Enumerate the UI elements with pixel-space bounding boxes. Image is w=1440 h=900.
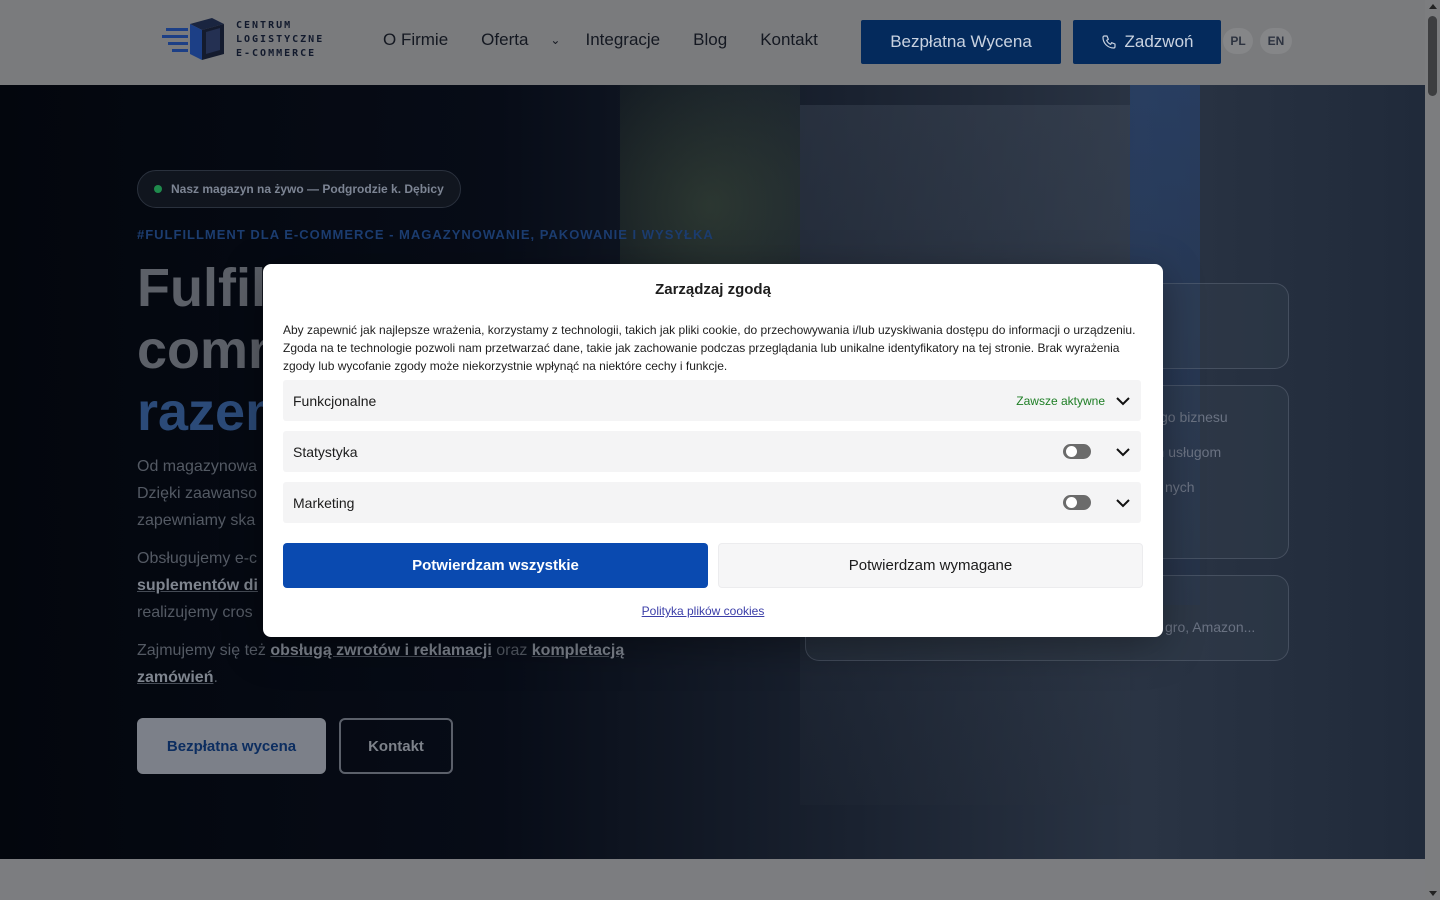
page-scrollbar[interactable] — [1425, 0, 1440, 900]
site-header: CENTRUM LOGISTYCZNE E-COMMERCE O Firmie … — [0, 0, 1425, 85]
card-snippet: go biznesu — [1160, 409, 1228, 425]
logo-line-1: CENTRUM — [236, 20, 293, 31]
marketing-toggle[interactable] — [1063, 495, 1091, 510]
scroll-down-icon[interactable] — [1429, 891, 1437, 896]
order-picking-link[interactable]: kompletacją — [532, 642, 624, 659]
hero-p3-text: oraz — [491, 642, 532, 659]
consent-category-functional[interactable]: Funkcjonalne Zawsze aktywne — [283, 380, 1141, 421]
nav-blog[interactable]: Blog — [693, 30, 727, 50]
call-button[interactable]: Zadzwoń — [1073, 20, 1221, 64]
chevron-down-icon[interactable] — [1115, 495, 1131, 511]
hero-p2-crossborder: realizujemy cros — [137, 604, 253, 621]
card-snippet: gro, Amazon... — [1165, 619, 1256, 635]
nav-integracje[interactable]: Integracje — [585, 30, 660, 50]
hero-p3-text: Zajmujemy się też — [137, 642, 271, 659]
logo-line-3: E-COMMERCE — [236, 48, 317, 59]
logo-line-2: LOGISTYCZNE — [236, 34, 325, 45]
cookie-consent-dialog: Zarządzaj zgodą Aby zapewnić jak najleps… — [263, 264, 1163, 637]
nav-oferta-label: Oferta — [481, 30, 529, 49]
hero-paragraph-3: Zajmujemy się też obsługą zwrotów i rekl… — [137, 637, 677, 691]
free-quote-button[interactable]: Bezpłatna Wycena — [861, 20, 1061, 64]
chevron-down-icon[interactable] — [1115, 393, 1131, 409]
scroll-thumb[interactable] — [1428, 16, 1437, 96]
card-snippet: nych — [1165, 479, 1195, 495]
category-label: Funkcjonalne — [293, 392, 377, 409]
nav-oferta[interactable]: Oferta ⌄ — [481, 30, 560, 50]
lang-pl[interactable]: PL — [1223, 28, 1253, 54]
lang-en[interactable]: EN — [1260, 28, 1292, 54]
nav-o-firmie[interactable]: O Firmie — [383, 30, 448, 50]
main-nav: O Firmie Oferta ⌄ Integracje Blog Kontakt — [383, 30, 851, 50]
hero-eyebrow: #FULFILLMENT DLA E-COMMERCE - MAGAZYNOWA… — [137, 227, 714, 242]
live-dot-icon — [154, 185, 162, 193]
consent-description: Aby zapewnić jak najlepsze wrażenia, kor… — [283, 323, 1136, 373]
always-active-status: Zawsze aktywne — [1016, 393, 1105, 408]
hero-p3-text: . — [213, 669, 218, 686]
chevron-down-icon[interactable]: ⌄ — [550, 33, 560, 47]
order-picking-link-2[interactable]: zamówień — [137, 669, 213, 686]
statistics-toggle[interactable] — [1063, 444, 1091, 459]
consent-category-statistics[interactable]: Statystyka — [283, 431, 1141, 472]
consent-category-marketing[interactable]: Marketing — [283, 482, 1141, 523]
live-warehouse-badge[interactable]: Nasz magazyn na żywo — Podgrodzie k. Dęb… — [137, 170, 461, 208]
accept-all-button[interactable]: Potwierdzam wszystkie — [283, 543, 708, 588]
accept-required-button[interactable]: Potwierdzam wymagane — [718, 543, 1143, 588]
nav-kontakt[interactable]: Kontakt — [760, 30, 818, 50]
toggle-knob — [1066, 446, 1077, 457]
logo[interactable]: CENTRUM LOGISTYCZNE E-COMMERCE — [160, 16, 340, 64]
call-button-label: Zadzwoń — [1124, 32, 1194, 51]
logo-text: CENTRUM LOGISTYCZNE E-COMMERCE — [236, 19, 324, 61]
box-logo-icon — [162, 18, 224, 60]
next-section — [0, 859, 1425, 900]
phone-icon — [1101, 35, 1116, 49]
scroll-up-icon[interactable] — [1429, 4, 1437, 9]
category-label: Statystyka — [293, 443, 358, 460]
returns-link[interactable]: obsługą zwrotów i reklamacji — [270, 642, 491, 659]
live-badge-label: Nasz magazyn na żywo — Podgrodzie k. Dęb… — [171, 182, 444, 196]
category-label: Marketing — [293, 494, 355, 511]
cookie-policy-link[interactable]: Polityka plików cookies — [263, 604, 1143, 618]
toggle-knob — [1066, 497, 1077, 508]
chevron-down-icon[interactable] — [1115, 444, 1131, 460]
hero-contact-button[interactable]: Kontakt — [339, 718, 453, 774]
supplements-link[interactable]: suplementów di — [137, 577, 258, 594]
hero-free-quote-button[interactable]: Bezpłatna wycena — [137, 718, 326, 774]
consent-title: Zarządzaj zgodą — [655, 281, 771, 298]
